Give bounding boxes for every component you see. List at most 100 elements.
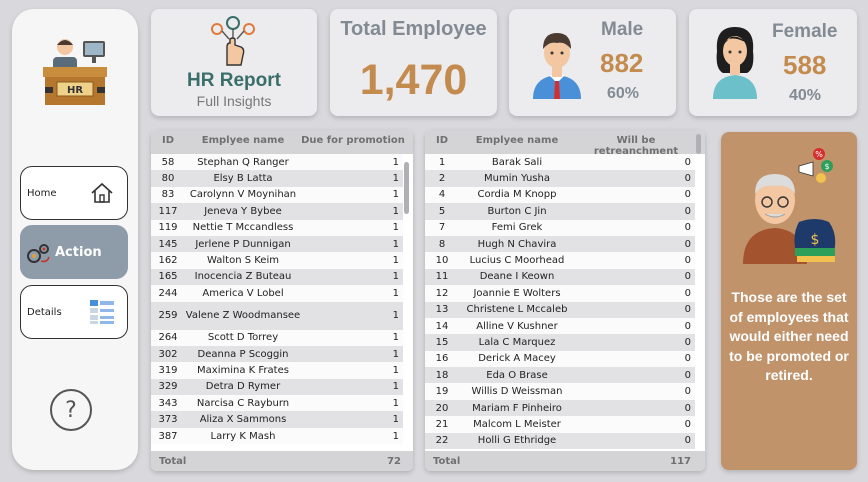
promotion-row[interactable]: 119 Nettie T Mccandless 1	[151, 219, 403, 236]
promotion-cell-id: 58	[161, 156, 175, 168]
retrenchment-row[interactable]: 21 Malcom L Meister 0	[425, 416, 695, 433]
promotion-row[interactable]: 319 Maximina K Frates 1	[151, 362, 403, 379]
promotion-row[interactable]: 343 Narcisa C Rayburn 1	[151, 395, 403, 412]
promotion-row[interactable]: 83 Carolynn V Moynihan 1	[151, 186, 403, 204]
retrenchment-cell-id: 21	[435, 418, 449, 430]
promotion-row[interactable]: 302 Deanna P Scoggin 1	[151, 345, 403, 363]
promotion-cell-id: 329	[158, 381, 178, 393]
promotion-cell-value: 1	[392, 222, 399, 234]
male-label: Male	[601, 19, 644, 40]
retrenchment-row[interactable]: 12 Joannie E Wolters 0	[425, 285, 695, 302]
promotion-col-name[interactable]: Emplyee name	[185, 135, 301, 154]
promotion-cell-id: 302	[158, 348, 178, 360]
promotion-row[interactable]: 373 Aliza X Sammons 1	[151, 411, 403, 428]
promotion-cell-value: 1	[392, 271, 399, 283]
nav-details-button[interactable]: Details	[20, 285, 128, 339]
nav-action-label: Action	[55, 244, 102, 260]
retrenchment-row[interactable]: 13 Christene L Mccaleb 0	[425, 301, 695, 318]
retrenchment-cell-name: Mumin Yusha	[484, 173, 550, 185]
promotion-row[interactable]: 264 Scott D Torrey 1	[151, 329, 403, 346]
promotion-cell-name: Walton S Keim	[207, 255, 279, 267]
promotion-scrollbar[interactable]	[404, 162, 409, 214]
retrenchment-row[interactable]: 7 Femi Grek 0	[425, 219, 695, 236]
retrenchment-cell-value: 0	[684, 304, 691, 316]
retrenchment-cell-id: 11	[435, 271, 449, 283]
total-employee-value: 1,470	[359, 56, 468, 104]
retrenchment-row[interactable]: 4 Cordia M Knopp 0	[425, 186, 695, 204]
info-card: % $ $ Those are the set of employees tha…	[721, 132, 857, 470]
nav-action-button[interactable]: Action	[20, 225, 128, 279]
promotion-cell-value: 1	[392, 364, 399, 376]
promotion-col-id[interactable]: ID	[151, 135, 185, 154]
retrenchment-cell-value: 0	[684, 386, 691, 398]
promotion-cell-name: Scott D Torrey	[207, 332, 279, 344]
promotion-cell-id: 319	[158, 364, 178, 376]
female-count: 588	[783, 50, 827, 80]
retrenchment-table[interactable]: ID Emplyee name Will be retreanchment 1 B…	[425, 130, 705, 471]
retrenchment-cell-value: 0	[684, 222, 691, 234]
promotion-col-due[interactable]: Due for promotion	[301, 135, 405, 154]
retrenchment-row[interactable]: 2 Mumin Yusha 0	[425, 170, 695, 187]
retrenchment-row[interactable]: 16 Derick A Macey 0	[425, 350, 695, 368]
promotion-table-body: 58 Stephan Q Ranger 1 80 Elsy B Latta 1 83 Caro…	[151, 154, 403, 445]
retrenchment-table-total-row: Total 117	[425, 451, 705, 471]
retrenchment-row[interactable]: 10 Lucius C Moorhead 0	[425, 252, 695, 269]
promotion-row[interactable]: 58 Stephan Q Ranger 1	[151, 154, 403, 171]
retrenchment-row[interactable]: 15 Lala C Marquez 0	[425, 334, 695, 351]
promotion-cell-name: Detra D Rymer	[205, 381, 281, 393]
nav-home-button[interactable]: Home	[20, 166, 128, 220]
retrenchment-col-name[interactable]: Emplyee name	[459, 135, 575, 154]
promotion-cell-name: Stephan Q Ranger	[197, 156, 289, 168]
promotion-cell-value: 1	[392, 255, 399, 267]
retrenchment-row[interactable]: 20 Mariam F Pinheiro 0	[425, 399, 695, 417]
retrenchment-scrollbar[interactable]	[696, 134, 701, 154]
promotion-row[interactable]: 165 Inocencia Z Buteau 1	[151, 268, 403, 286]
hand-network-icon	[209, 15, 257, 71]
retrenchment-row[interactable]: 5 Burton C Jin 0	[425, 203, 695, 220]
promotion-table[interactable]: ID Emplyee name Due for promotion 58 Step…	[151, 130, 413, 471]
nav-details-label: Details	[27, 306, 62, 318]
retrenchment-row[interactable]: 22 Holli G Ethridge 0	[425, 432, 695, 450]
retrenchment-row[interactable]: 19 Willis D Weissman 0	[425, 383, 695, 400]
promotion-table-header: ID Emplyee name Due for promotion	[151, 130, 413, 154]
retrenchment-table-body: 1 Barak Sali 0 2 Mumin Yusha 0 4 Cordia M Knopp…	[425, 154, 695, 450]
retrenchment-cell-id: 22	[435, 435, 449, 447]
retrenchment-cell-id: 2	[438, 173, 446, 185]
promotion-cell-id: 117	[158, 205, 178, 217]
retrenchment-cell-id: 14	[435, 320, 449, 332]
retrenchment-cell-id: 18	[435, 369, 449, 381]
promotion-row[interactable]: 244 America V Lobel 1	[151, 285, 403, 302]
retrenchment-row[interactable]: 14 Alline V Kushner 0	[425, 317, 695, 335]
retrenchment-row[interactable]: 8 Hugh N Chavira 0	[425, 235, 695, 253]
retrenchment-cell-id: 7	[438, 222, 446, 234]
retrenchment-cell-name: Femi Grek	[491, 222, 543, 234]
retrenchment-cell-id: 20	[435, 402, 449, 414]
promotion-row[interactable]: 80 Elsy B Latta 1	[151, 170, 403, 187]
gears-icon	[25, 241, 51, 271]
help-button[interactable]: ?	[50, 389, 92, 431]
retrenchment-cell-name: Joannie E Wolters	[473, 287, 561, 299]
retrenchment-col-id[interactable]: ID	[425, 135, 459, 154]
retrenchment-row[interactable]: 1 Barak Sali 0	[425, 154, 695, 171]
retrenchment-cell-value: 0	[684, 173, 691, 185]
retrenchment-row[interactable]: 18 Eda O Brase 0	[425, 367, 695, 384]
female-label: Female	[772, 21, 838, 42]
promotion-row[interactable]: 259 Valene Z Woodmansee 1	[151, 301, 403, 330]
promotion-cell-id: 145	[158, 238, 178, 250]
retrenchment-row[interactable]: 11 Deane I Keown 0	[425, 268, 695, 286]
retrenchment-col-flag[interactable]: Will be retreanchment	[575, 135, 697, 157]
promotion-row[interactable]: 387 Larry K Mash 1	[151, 427, 403, 445]
retrenchment-cell-name: Lala C Marquez	[478, 336, 556, 348]
promotion-cell-value: 1	[392, 287, 399, 299]
promotion-row[interactable]: 162 Walton S Keim 1	[151, 252, 403, 269]
promotion-cell-name: Maximina K Frates	[197, 364, 289, 376]
retrenchment-cell-id: 5	[438, 205, 446, 217]
promotion-row[interactable]: 145 Jerlene P Dunnigan 1	[151, 235, 403, 253]
retrenchment-cell-value: 0	[684, 255, 691, 267]
promotion-cell-name: America V Lobel	[202, 287, 284, 299]
table-list-icon	[89, 299, 115, 328]
promotion-row[interactable]: 117 Jeneva Y Bybee 1	[151, 203, 403, 220]
promotion-row[interactable]: 329 Detra D Rymer 1	[151, 378, 403, 396]
promotion-cell-id: 387	[158, 430, 178, 442]
promotion-cell-name: Nettie T Mccandless	[192, 222, 294, 234]
